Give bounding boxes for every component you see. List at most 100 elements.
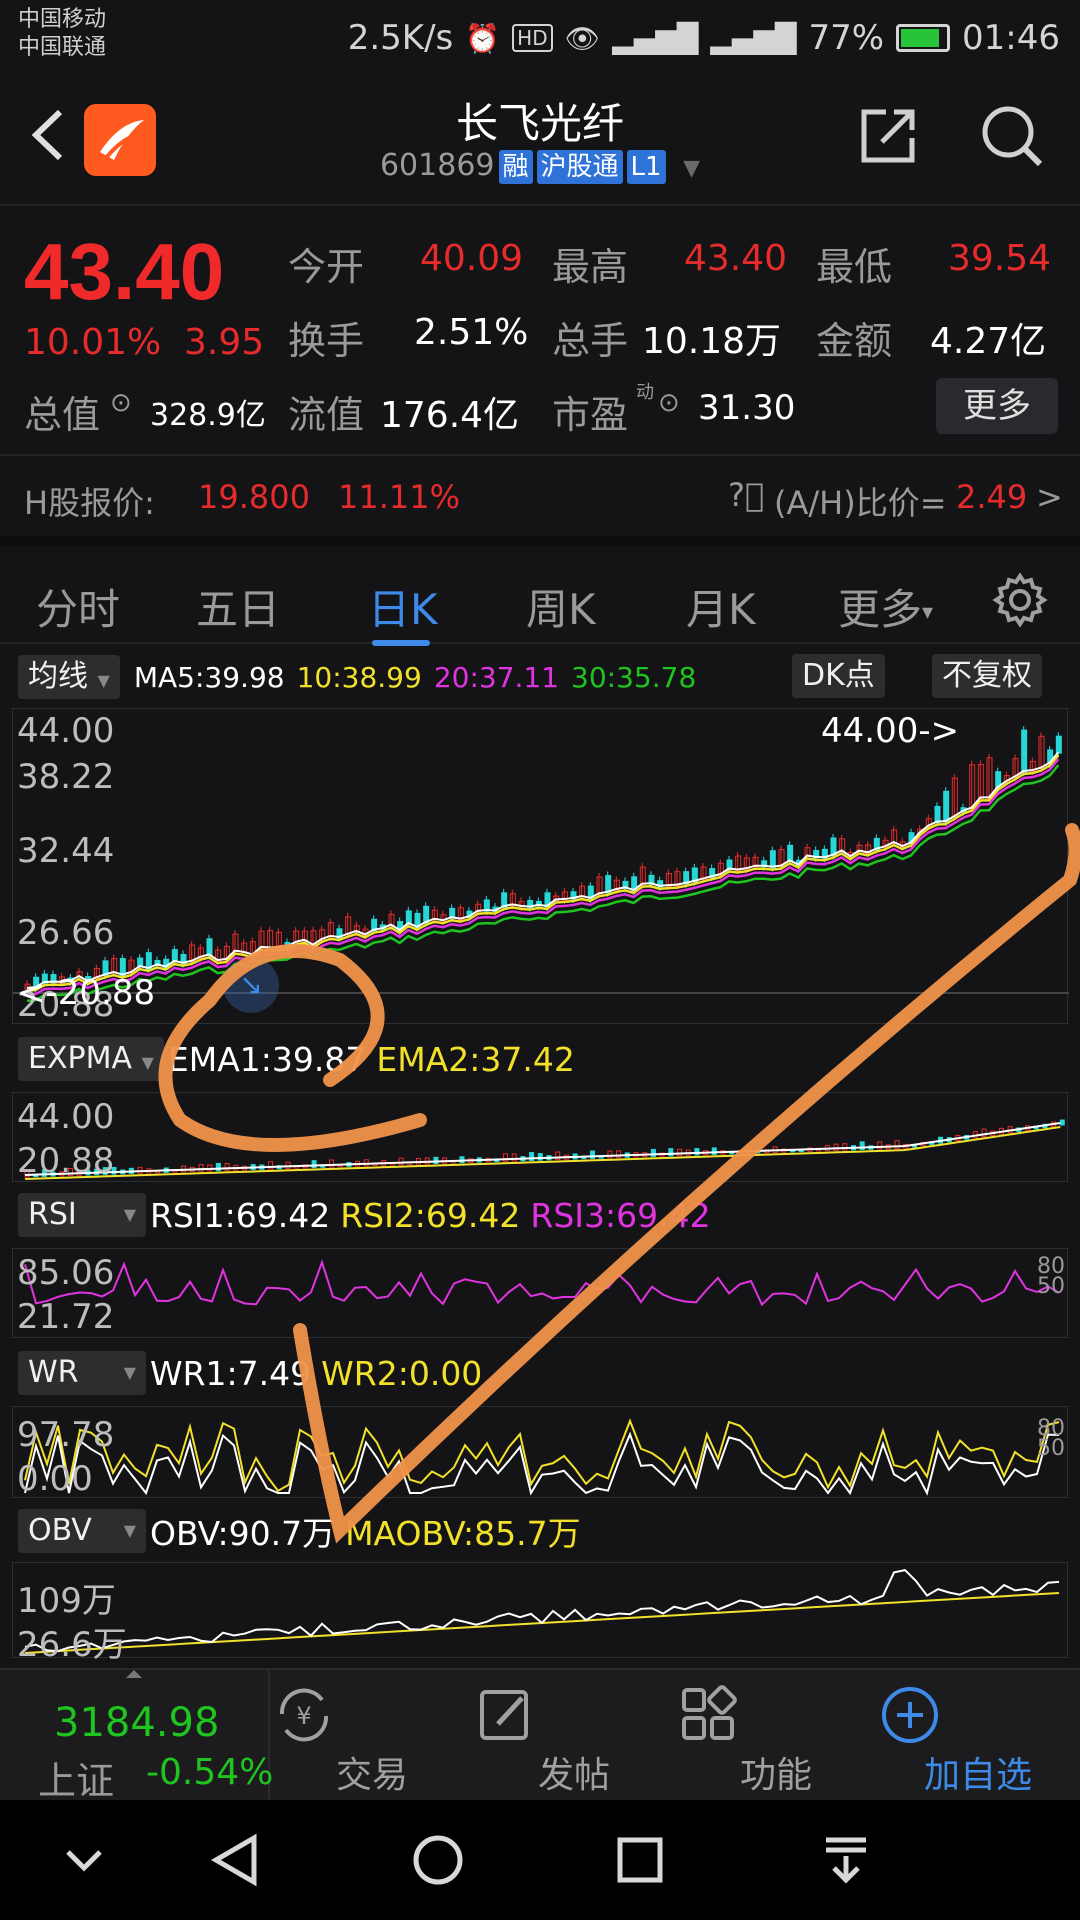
- home-nav-icon[interactable]: [398, 1830, 478, 1890]
- h-share-row[interactable]: H股报价: 19.800 11.11% ?⃝ (A/H)比价= 2.49 >: [0, 454, 1080, 536]
- edit-icon: [474, 1684, 674, 1746]
- obv-selector[interactable]: OBV ▼: [18, 1509, 146, 1553]
- stat-value-high: 43.40: [684, 238, 788, 279]
- pe-info-icon[interactable]: ⊙: [658, 388, 680, 418]
- expma-selector[interactable]: EXPMA ▼: [18, 1037, 164, 1081]
- pe-dynamic-mark: 动: [636, 382, 654, 403]
- post-button[interactable]: 发帖: [474, 1670, 674, 1802]
- trade-label: 交易: [335, 1755, 408, 1796]
- candle-body: [934, 805, 941, 824]
- signal-4g-icon: ▂▄▆█: [612, 21, 699, 55]
- hd-icon: HD: [512, 24, 553, 52]
- tab-more[interactable]: 更多▾: [838, 576, 933, 637]
- caret-down-icon: ▼: [123, 1205, 136, 1224]
- change-percent: 10.01%: [24, 322, 162, 363]
- features-button[interactable]: 功能: [676, 1670, 876, 1802]
- kline-chart[interactable]: 44.00 38.22 32.44 26.66 20.88 44.00-> <-…: [12, 708, 1069, 1025]
- candle-body: [769, 850, 776, 869]
- settings-gear-icon[interactable]: [992, 572, 1048, 628]
- add-watchlist-label: 加自选: [923, 1755, 1032, 1796]
- recents-nav-icon[interactable]: [600, 1830, 680, 1890]
- expma-chart[interactable]: 44.00 20.88: [12, 1092, 1068, 1182]
- kline-svg: [13, 726, 1069, 1003]
- carrier-2: 中国联通: [18, 35, 107, 60]
- high-price-marker: 44.00->: [821, 711, 960, 751]
- more-button[interactable]: 更多: [936, 378, 1058, 434]
- stat-label-high: 最高: [552, 245, 629, 289]
- plus-circle-icon: [878, 1684, 1078, 1746]
- rsi-right-axis-label: 50: [1037, 1274, 1065, 1299]
- stat-value-volume: 10.18万: [642, 321, 782, 362]
- expma-candle: [1059, 1119, 1065, 1126]
- eye-icon: 👁: [564, 21, 601, 55]
- maobv-value: MAOBV:85.7万: [345, 1514, 581, 1553]
- rsi-right-axis: 80 50: [1037, 1256, 1065, 1299]
- obv-chart[interactable]: 109万 26.6万: [12, 1562, 1068, 1665]
- ema1-value: EMA1:39.87: [167, 1039, 367, 1079]
- float-value: 176.4亿: [380, 395, 520, 436]
- tab-weekly-k[interactable]: 周K: [526, 576, 596, 637]
- tag-margin: 融: [498, 150, 533, 184]
- notification-pull-icon[interactable]: [806, 1830, 886, 1890]
- wr-selector[interactable]: WR ▼: [18, 1351, 146, 1395]
- obv-legend-row: OBV ▼ OBV:90.7万 MAOBV:85.7万: [18, 1506, 1068, 1556]
- status-bar: 中国移动 中国联通 2.5K/s ⏰ HD 👁 ▂▄▆█ ▂▄▆█ 77% 01…: [0, 0, 1080, 78]
- expand-up-icon: [126, 1670, 142, 1678]
- ma20-value: 20:37.11: [433, 660, 560, 694]
- rsi-selector-label: RSI: [28, 1197, 77, 1232]
- tab-intraday[interactable]: 分时: [36, 576, 120, 637]
- expma-candle: [433, 1156, 439, 1165]
- index-change: -0.54%: [146, 1752, 274, 1793]
- system-nav-bar: [0, 1800, 1080, 1920]
- rsi-chart[interactable]: 85.06 21.72 80 50: [12, 1248, 1068, 1338]
- zoom-expand-icon[interactable]: ↘: [223, 957, 279, 1013]
- expma-candle: [694, 1148, 700, 1156]
- rsi-axis-label: 85.06: [17, 1253, 115, 1293]
- question-icon: ?⃝: [728, 476, 765, 514]
- price-axis-label: 44.00: [17, 711, 115, 751]
- caret-down-icon: ▼: [97, 671, 110, 690]
- expma-candle: [398, 1157, 404, 1166]
- stat-label-open: 今开: [288, 245, 365, 289]
- total-value-label: 总值: [24, 393, 101, 437]
- battery-icon: [896, 24, 951, 52]
- ma-selector[interactable]: 均线 ▼: [18, 655, 120, 699]
- low-price-marker: <-20.88: [17, 973, 156, 1013]
- trade-button[interactable]: ¥ 交易: [272, 1670, 472, 1802]
- h-share-pct: 11.11%: [338, 478, 461, 516]
- tab-monthly-k[interactable]: 月K: [686, 576, 756, 637]
- price-axis-label: 38.22: [17, 757, 115, 797]
- expma-candle: [833, 1143, 839, 1151]
- alarm-icon: ⏰: [465, 21, 501, 55]
- expma-axis-label: 44.00: [17, 1097, 115, 1137]
- rsi-selector[interactable]: RSI ▼: [18, 1193, 146, 1237]
- index-ticker[interactable]: 3184.98 上证 -0.54%: [0, 1670, 274, 1803]
- ema2-value: EMA2:37.42: [376, 1039, 575, 1079]
- wr1-line: [24, 1431, 1060, 1496]
- add-watchlist-button[interactable]: 加自选: [878, 1670, 1078, 1802]
- stock-header: 长飞光纤 601869 融沪股通 L1 ▼: [0, 78, 1080, 206]
- dk-point-button[interactable]: DK点: [792, 654, 885, 698]
- search-icon[interactable]: [978, 102, 1046, 170]
- carrier-1: 中国移动: [18, 7, 107, 32]
- price-adjust-button[interactable]: 不复权: [932, 654, 1042, 698]
- expma-candle: [746, 1146, 752, 1154]
- expma-candle: [711, 1147, 717, 1155]
- candle-body: [267, 929, 274, 949]
- info-icon[interactable]: ⊙: [110, 388, 132, 418]
- obv-axis-label: 26.6万: [17, 1625, 127, 1665]
- chevron-right-icon: >: [1036, 478, 1063, 516]
- tab-five-day[interactable]: 五日: [196, 576, 280, 637]
- back-nav-icon[interactable]: [196, 1830, 276, 1890]
- wr-chart[interactable]: 97.78 0.00 80 50: [12, 1406, 1068, 1499]
- stat-label-low: 最低: [816, 245, 893, 289]
- ema2-line: [24, 1126, 1061, 1180]
- wr-axis-label: 0.00: [17, 1459, 93, 1499]
- grid-icon: [676, 1684, 876, 1746]
- tab-daily-k[interactable]: 日K: [368, 576, 438, 637]
- caret-down-icon: ▼: [123, 1521, 136, 1540]
- share-icon[interactable]: [856, 104, 920, 168]
- hide-nav-icon[interactable]: [44, 1830, 124, 1890]
- svg-text:¥: ¥: [296, 1702, 311, 1730]
- obv-line: [24, 1569, 1060, 1653]
